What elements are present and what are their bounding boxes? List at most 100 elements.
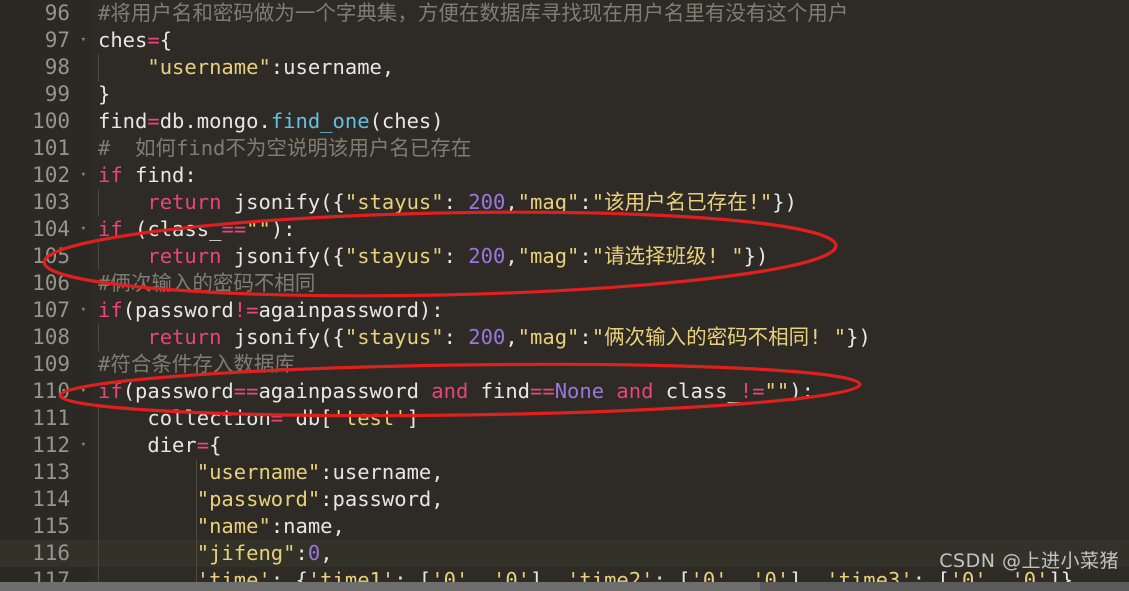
indent-guide	[98, 54, 99, 81]
fold-arrow-icon[interactable]: ▾	[81, 216, 86, 243]
code-line-114[interactable]: "password":password,	[92, 486, 1129, 513]
code-token-operator: ==	[233, 379, 259, 403]
fold-arrow-icon[interactable]: ▾	[81, 162, 86, 189]
gutter-line-100[interactable]: 100	[0, 108, 92, 135]
gutter-line-97[interactable]: 97 ▾	[0, 27, 92, 54]
code-token-value: :username,	[320, 460, 444, 484]
code-token-identifier: dier	[147, 433, 197, 457]
gutter-line-115[interactable]: 115	[0, 513, 92, 540]
code-token-value: :password,	[320, 487, 444, 511]
gutter-line-114[interactable]: 114	[0, 486, 92, 513]
code-token-expr: find:	[122, 163, 197, 187]
code-line-112[interactable]: dier={	[92, 432, 1129, 459]
code-token-colon: :	[579, 190, 592, 214]
code-line-113[interactable]: "username":username,	[92, 459, 1129, 486]
line-number: 114	[32, 487, 70, 511]
code-token-call: jsonify({	[221, 244, 345, 268]
code-token-string: 'test'	[332, 406, 407, 430]
code-line-98[interactable]: "username":username,	[92, 54, 1129, 81]
line-number: 108	[32, 325, 70, 349]
code-token-comment: # 如何find不为空说明该用户名已存在	[98, 136, 472, 160]
line-number: 101	[32, 136, 70, 160]
code-editor-screenshot: #将用户名和密码做为一个字典集，方便在数据库寻找现在用户名里有没有这个用户 ch…	[0, 0, 1129, 591]
code-line-111[interactable]: collection= db['test']	[92, 405, 1129, 432]
line-number: 99	[44, 82, 70, 106]
code-line-96[interactable]: #将用户名和密码做为一个字典集，方便在数据库寻找现在用户名里有没有这个用户	[92, 0, 1129, 27]
code-line-115[interactable]: "name":name,	[92, 513, 1129, 540]
code-token-operator: !=	[739, 379, 765, 403]
gutter-line-110[interactable]: 110 ▾	[0, 378, 92, 405]
gutter-line-105[interactable]: 105	[0, 243, 92, 270]
code-line-109[interactable]: #符合条件存入数据库	[92, 351, 1129, 378]
code-token-end: ):	[270, 217, 296, 241]
gutter-line-98[interactable]: 98	[0, 54, 92, 81]
code-token-comma: ,	[505, 190, 518, 214]
csdn-watermark: CSDN @上进小菜猪	[939, 550, 1119, 572]
code-token-expr: againpassword):	[258, 298, 444, 322]
indent-guide	[98, 540, 99, 567]
horizontal-scrollbar-thumb[interactable]	[0, 582, 760, 591]
code-token-string: "username"	[196, 460, 321, 484]
code-token-identifier: collection	[147, 406, 271, 430]
indent-guide	[98, 189, 99, 216]
code-token-comment: #俩次输入的密码不相同	[98, 271, 316, 295]
code-token-colon: :	[443, 244, 469, 268]
line-number-gutter[interactable]: 96 97 ▾ 98 99 100 101 102 ▾ 103 104 ▾ 105 1…	[0, 0, 92, 591]
horizontal-scrollbar-track[interactable]	[0, 582, 1129, 591]
code-line-101[interactable]: # 如何find不为空说明该用户名已存在	[92, 135, 1129, 162]
code-token-number: 0	[307, 541, 321, 565]
code-token-string: "username"	[147, 55, 271, 79]
fold-arrow-icon[interactable]: ▾	[81, 378, 86, 405]
code-token-string: "stayus"	[344, 325, 444, 349]
gutter-line-106[interactable]: 106	[0, 270, 92, 297]
code-token-end: })	[846, 325, 871, 349]
gutter-line-111[interactable]: 111	[0, 405, 92, 432]
code-line-99[interactable]: }	[92, 81, 1129, 108]
code-token-end: ):	[789, 379, 814, 403]
gutter-line-103[interactable]: 103	[0, 189, 92, 216]
line-number: 107	[32, 298, 70, 322]
code-token-brace: {	[159, 28, 173, 52]
gutter-line-96[interactable]: 96	[0, 0, 92, 27]
code-token-colon: :	[443, 325, 469, 349]
code-line-105[interactable]: return jsonify({"stayus": 200,"mag":"请选择…	[92, 243, 1129, 270]
code-line-108[interactable]: return jsonify({"stayus": 200,"mag":"俩次输…	[92, 324, 1129, 351]
gutter-line-104[interactable]: 104 ▾	[0, 216, 92, 243]
gutter-line-102[interactable]: 102 ▾	[0, 162, 92, 189]
code-token-keyword: and	[431, 379, 469, 403]
code-token-operator: ==	[530, 379, 555, 403]
code-line-102[interactable]: if find:	[92, 162, 1129, 189]
line-number: 106	[32, 271, 70, 295]
indent-guide	[196, 459, 197, 486]
code-line-110[interactable]: if(password==againpassword and find==Non…	[92, 378, 1129, 405]
code-token-expr: againpassword	[258, 379, 432, 403]
gutter-line-113[interactable]: 113	[0, 459, 92, 486]
gutter-line-107[interactable]: 107 ▾	[0, 297, 92, 324]
fold-arrow-icon[interactable]: ▾	[81, 27, 86, 54]
gutter-line-112[interactable]: 112 ▾	[0, 432, 92, 459]
fold-arrow-icon[interactable]: ▾	[81, 297, 86, 324]
code-token-string: "stayus"	[344, 244, 444, 268]
code-token-expr: (password	[122, 379, 234, 403]
gutter-line-101[interactable]: 101	[0, 135, 92, 162]
line-number: 103	[32, 190, 70, 214]
code-token-constant: None	[554, 379, 605, 403]
code-line-106[interactable]: #俩次输入的密码不相同	[92, 270, 1129, 297]
line-number: 109	[32, 352, 70, 376]
gutter-line-108[interactable]: 108	[0, 324, 92, 351]
code-token-end: })	[743, 244, 769, 268]
code-area[interactable]: #将用户名和密码做为一个字典集，方便在数据库寻找现在用户名里有没有这个用户 ch…	[92, 0, 1129, 591]
code-line-103[interactable]: return jsonify({"stayus": 200,"mag":"该用户…	[92, 189, 1129, 216]
code-line-104[interactable]: if (class_==""):	[92, 216, 1129, 243]
gutter-line-116[interactable]: 116	[0, 540, 92, 567]
fold-arrow-icon[interactable]: ▾	[81, 432, 86, 459]
line-number: 98	[44, 55, 70, 79]
gutter-line-109[interactable]: 109	[0, 351, 92, 378]
code-line-107[interactable]: if(password!=againpassword):	[92, 297, 1129, 324]
code-line-100[interactable]: find=db.mongo.find_one(ches)	[92, 108, 1129, 135]
gutter-line-99[interactable]: 99	[0, 81, 92, 108]
code-token-expr: db[	[283, 406, 333, 430]
code-token-keyword: if	[98, 217, 123, 241]
code-line-97[interactable]: ches={	[92, 27, 1129, 54]
